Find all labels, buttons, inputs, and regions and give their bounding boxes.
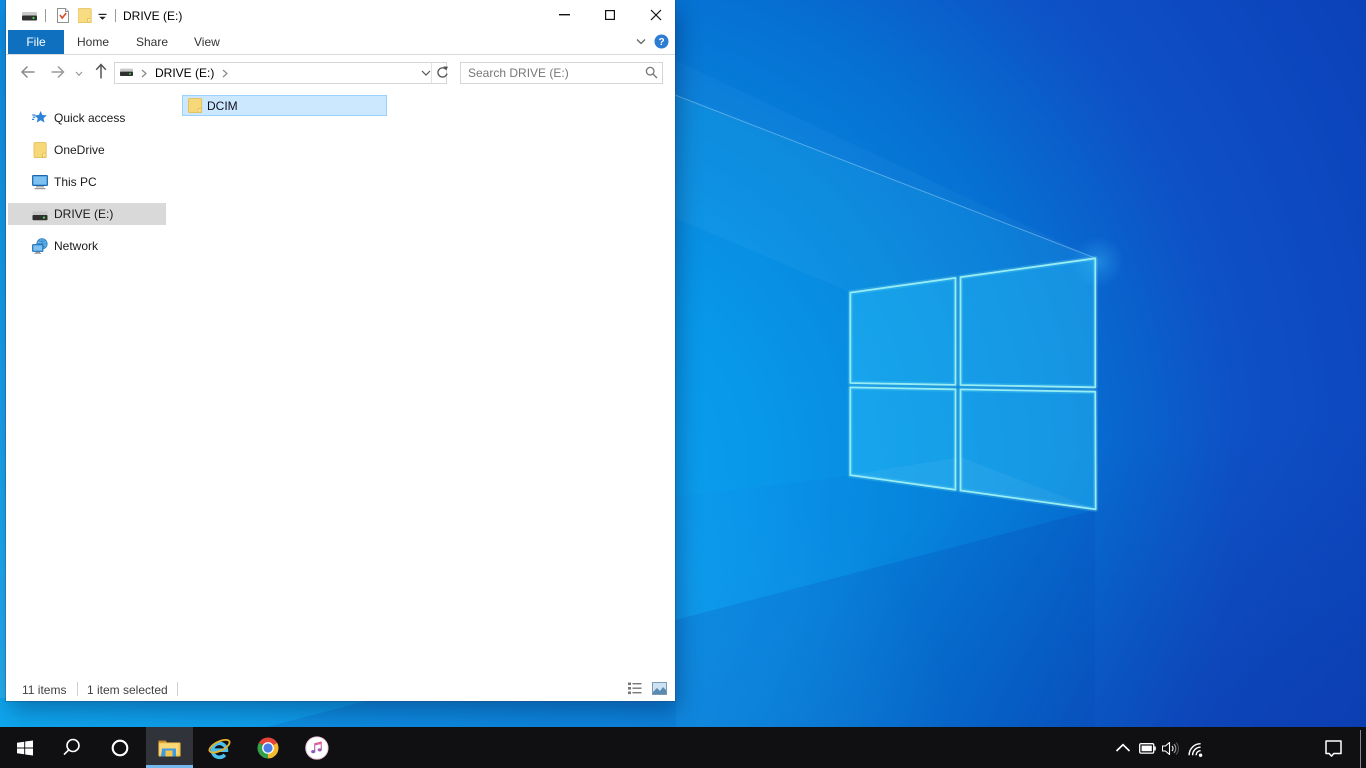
svg-text:?: ? [658,37,664,48]
